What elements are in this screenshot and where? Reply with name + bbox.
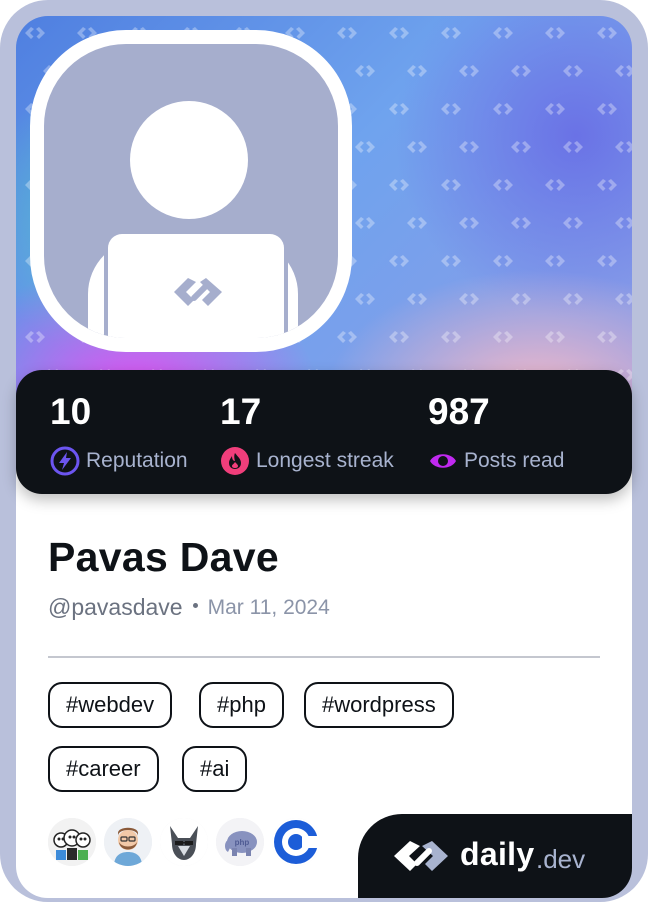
pattern-logo-icon: [441, 103, 461, 115]
lightning-icon: [50, 446, 80, 476]
brand-suffix: .dev: [536, 844, 586, 874]
tag-ai[interactable]: #ai: [182, 746, 248, 792]
streak-label: Longest streak: [256, 449, 394, 472]
pattern-logo-icon: [563, 293, 583, 305]
pattern-logo-icon: [389, 331, 409, 343]
daily-dev-brand: daily .dev: [358, 814, 632, 898]
pattern-logo-icon: [545, 103, 565, 115]
reputation-value: 10: [50, 391, 92, 432]
pattern-logo-icon: [511, 65, 531, 77]
profile-handle: @pavasdave: [48, 594, 183, 620]
pattern-logo-icon: [355, 217, 375, 229]
pattern-logo-icon: [493, 255, 513, 267]
pattern-logo-icon: [597, 103, 617, 115]
pattern-logo-icon: [459, 217, 479, 229]
pattern-logo-icon: [407, 293, 427, 305]
pattern-logo-icon: [545, 255, 565, 267]
eye-icon: [430, 454, 456, 468]
pattern-logo-icon: [615, 65, 632, 77]
pattern-logo-icon: [545, 331, 565, 343]
pattern-logo-icon: [389, 27, 409, 39]
posts-value: 987: [428, 391, 490, 432]
pattern-logo-icon: [615, 293, 632, 305]
pattern-logo-icon: [25, 27, 45, 39]
pattern-logo-icon: [511, 141, 531, 153]
pattern-logo-icon: [563, 141, 583, 153]
daily-dev-logo-icon: [394, 841, 448, 871]
pattern-logo-icon: [545, 27, 565, 39]
pattern-logo-icon: [597, 255, 617, 267]
pattern-logo-icon: [407, 141, 427, 153]
profile-name: Pavas Dave: [48, 534, 279, 580]
flame-icon: [221, 447, 249, 475]
pattern-logo-icon: [441, 179, 461, 191]
pattern-logo-icon: [459, 65, 479, 77]
pattern-logo-icon: [545, 179, 565, 191]
reputation-label: Reputation: [86, 449, 188, 472]
stats-panel: 10 Reputation 17 Longest streak 987 Post…: [16, 370, 632, 494]
c-language-icon[interactable]: [272, 818, 320, 866]
tag-career[interactable]: #career: [48, 746, 159, 792]
pattern-logo-icon: [597, 179, 617, 191]
pattern-logo-icon: [389, 179, 409, 191]
divider: [48, 656, 600, 658]
separator-dot: [192, 603, 198, 608]
streak-value: 17: [220, 391, 262, 432]
tag-php[interactable]: #php: [199, 682, 284, 728]
tag-wordpress[interactable]: #wordpress: [304, 682, 454, 728]
join-date: Mar 11, 2024: [207, 595, 330, 619]
pattern-logo-icon: [563, 217, 583, 229]
avatar-laptop: [108, 234, 284, 338]
pattern-logo-icon: [337, 27, 357, 39]
brand-name: daily: [460, 836, 535, 872]
pattern-logo-icon: [493, 27, 513, 39]
pattern-logo-icon: [407, 65, 427, 77]
pattern-logo-icon: [355, 141, 375, 153]
avatar: [30, 30, 352, 352]
pattern-logo-icon: [615, 217, 632, 229]
pattern-logo-icon: [337, 331, 357, 343]
tag-webdev[interactable]: #webdev: [48, 682, 173, 728]
pattern-logo-icon: [459, 293, 479, 305]
pattern-logo-icon: [355, 293, 375, 305]
pattern-logo-icon: [511, 217, 531, 229]
pattern-logo-icon: [493, 103, 513, 115]
php-elephant-icon[interactable]: php: [216, 818, 264, 866]
pattern-logo-icon: [511, 293, 531, 305]
people-avatar-icon[interactable]: [48, 818, 96, 866]
pattern-logo-icon: [389, 255, 409, 267]
pattern-logo-icon: [389, 103, 409, 115]
stat-posts-read: 987 Posts read: [428, 392, 564, 476]
stat-longest-streak: 17 Longest streak: [220, 392, 394, 476]
avatar-head: [130, 101, 248, 219]
pattern-logo-icon: [459, 141, 479, 153]
pattern-logo-icon: [441, 331, 461, 343]
svg-text:php: php: [235, 838, 250, 847]
pattern-logo-icon: [615, 141, 632, 153]
pattern-logo-icon: [355, 65, 375, 77]
pattern-logo-icon: [441, 27, 461, 39]
wolf-avatar-icon[interactable]: [160, 818, 208, 866]
pattern-logo-icon: [493, 179, 513, 191]
pattern-logo-icon: [597, 331, 617, 343]
pattern-logo-icon: [441, 255, 461, 267]
profile-meta: @pavasdave Mar 11, 2024: [48, 594, 330, 621]
pattern-logo-icon: [597, 27, 617, 39]
posts-label: Posts read: [464, 449, 565, 472]
pattern-logo-icon: [493, 331, 513, 343]
pattern-logo-icon: [25, 331, 45, 343]
pattern-logo-icon: [407, 217, 427, 229]
daily-dev-logo-icon: [174, 278, 222, 306]
stat-reputation: 10 Reputation: [50, 392, 188, 476]
bearded-man-avatar-icon[interactable]: [104, 818, 152, 866]
pattern-logo-icon: [563, 65, 583, 77]
